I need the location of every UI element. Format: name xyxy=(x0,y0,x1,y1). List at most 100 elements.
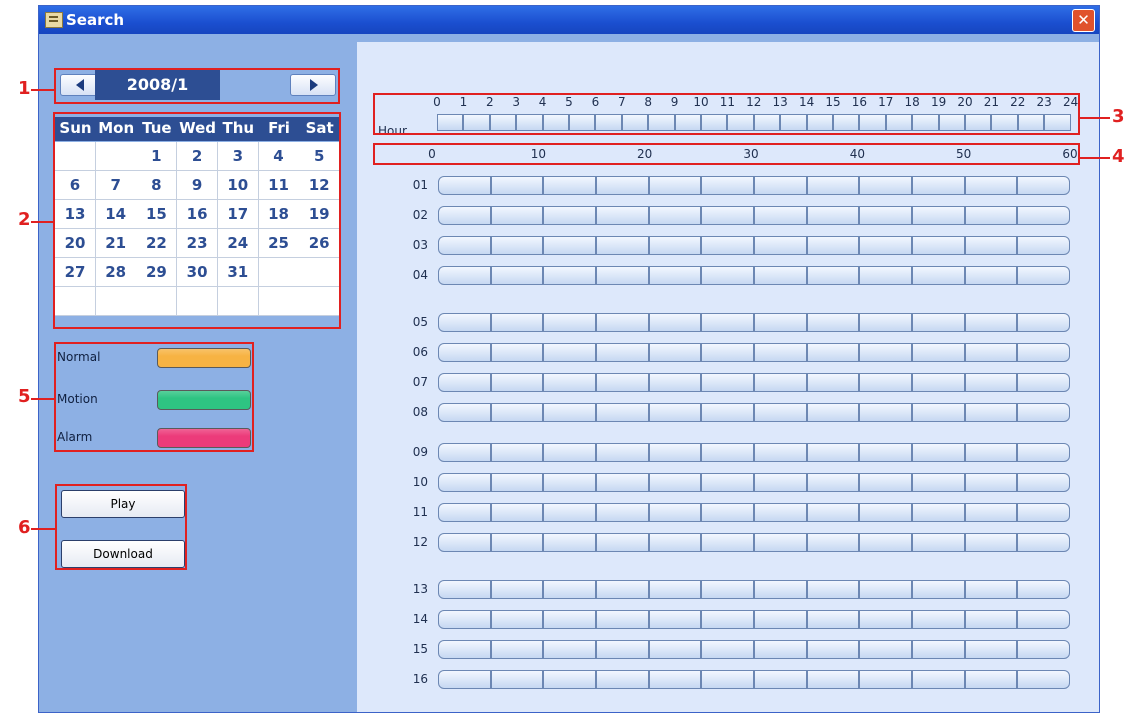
timeline-segment[interactable] xyxy=(806,403,860,422)
timeline-segment[interactable] xyxy=(596,343,649,362)
timeline-segment[interactable] xyxy=(912,206,965,225)
timeline-segment[interactable] xyxy=(754,266,807,285)
timeline-segment[interactable] xyxy=(1017,236,1070,255)
timeline-segment[interactable] xyxy=(596,610,649,629)
timeline-segment[interactable] xyxy=(648,503,702,522)
timeline-segment[interactable] xyxy=(806,610,860,629)
timeline-segment[interactable] xyxy=(964,176,1018,195)
timeline-segment[interactable] xyxy=(806,343,860,362)
timeline-segment[interactable] xyxy=(964,403,1018,422)
timeline-segment[interactable] xyxy=(964,503,1018,522)
timeline-segment[interactable] xyxy=(1017,580,1070,599)
timeline-segment[interactable] xyxy=(1017,373,1070,392)
timeline-segment[interactable] xyxy=(438,580,491,599)
timeline-segment[interactable] xyxy=(1017,313,1070,332)
timeline-segment[interactable] xyxy=(490,206,544,225)
timeline-segment[interactable] xyxy=(596,473,649,492)
timeline-segment[interactable] xyxy=(438,176,491,195)
timeline-segment[interactable] xyxy=(964,580,1018,599)
timeline-segment[interactable] xyxy=(596,266,649,285)
timeline-segment[interactable] xyxy=(438,670,491,689)
timeline-segment[interactable] xyxy=(701,266,754,285)
timeline-segment[interactable] xyxy=(701,176,754,195)
timeline-segment[interactable] xyxy=(1017,503,1070,522)
timeline-segment[interactable] xyxy=(543,176,596,195)
timeline-segment[interactable] xyxy=(1017,443,1070,462)
timeline-segment[interactable] xyxy=(438,610,491,629)
timeline-segment[interactable] xyxy=(859,266,912,285)
timeline-segment[interactable] xyxy=(596,373,649,392)
timeline-segment[interactable] xyxy=(701,373,754,392)
timeline-segment[interactable] xyxy=(648,236,702,255)
timeline-segment[interactable] xyxy=(964,343,1018,362)
timeline-segment[interactable] xyxy=(596,670,649,689)
timeline-segment[interactable] xyxy=(912,580,965,599)
timeline-segment[interactable] xyxy=(806,533,860,552)
timeline-segment[interactable] xyxy=(964,610,1018,629)
timeline-segment[interactable] xyxy=(1017,176,1070,195)
timeline-segment[interactable] xyxy=(543,313,596,332)
timeline-segment[interactable] xyxy=(543,473,596,492)
timeline-segment[interactable] xyxy=(543,236,596,255)
timeline-segment[interactable] xyxy=(1017,343,1070,362)
timeline-segment[interactable] xyxy=(964,670,1018,689)
timeline-segment[interactable] xyxy=(1017,533,1070,552)
timeline-segment[interactable] xyxy=(438,373,491,392)
timeline-segment[interactable] xyxy=(754,236,807,255)
timeline-segment[interactable] xyxy=(701,403,754,422)
timeline-segment[interactable] xyxy=(806,313,860,332)
timeline-segment[interactable] xyxy=(701,533,754,552)
timeline-segment[interactable] xyxy=(912,373,965,392)
timeline-segment[interactable] xyxy=(543,533,596,552)
timeline-segment[interactable] xyxy=(754,176,807,195)
timeline-segment[interactable] xyxy=(1017,403,1070,422)
timeline-segment[interactable] xyxy=(859,236,912,255)
timeline-segment[interactable] xyxy=(912,176,965,195)
timeline-segment[interactable] xyxy=(912,266,965,285)
timeline-segment[interactable] xyxy=(859,533,912,552)
timeline-segment[interactable] xyxy=(754,313,807,332)
timeline-segment[interactable] xyxy=(490,443,544,462)
timeline-segment[interactable] xyxy=(490,640,544,659)
timeline-segment[interactable] xyxy=(859,443,912,462)
timeline-segment[interactable] xyxy=(648,373,702,392)
timeline-segment[interactable] xyxy=(964,206,1018,225)
timeline-segment[interactable] xyxy=(964,373,1018,392)
timeline-segment[interactable] xyxy=(701,343,754,362)
timeline-segment[interactable] xyxy=(543,343,596,362)
timeline-segment[interactable] xyxy=(648,403,702,422)
timeline-segment[interactable] xyxy=(859,403,912,422)
timeline-segment[interactable] xyxy=(490,343,544,362)
timeline-segment[interactable] xyxy=(701,580,754,599)
timeline-segment[interactable] xyxy=(806,176,860,195)
timeline-segment[interactable] xyxy=(648,473,702,492)
timeline-segment[interactable] xyxy=(754,640,807,659)
timeline-segment[interactable] xyxy=(912,313,965,332)
timeline-segment[interactable] xyxy=(754,206,807,225)
timeline-segment[interactable] xyxy=(859,580,912,599)
timeline-segment[interactable] xyxy=(912,473,965,492)
timeline-segment[interactable] xyxy=(648,533,702,552)
timeline-segment[interactable] xyxy=(912,236,965,255)
timeline-segment[interactable] xyxy=(648,176,702,195)
timeline-segment[interactable] xyxy=(912,640,965,659)
timeline-segment[interactable] xyxy=(1017,610,1070,629)
timeline-segment[interactable] xyxy=(912,343,965,362)
timeline-segment[interactable] xyxy=(438,443,491,462)
timeline-segment[interactable] xyxy=(490,403,544,422)
timeline-segment[interactable] xyxy=(648,610,702,629)
timeline-segment[interactable] xyxy=(964,313,1018,332)
timeline-segment[interactable] xyxy=(1017,206,1070,225)
timeline-segment[interactable] xyxy=(438,343,491,362)
timeline-segment[interactable] xyxy=(648,580,702,599)
timeline-segment[interactable] xyxy=(806,236,860,255)
timeline-segment[interactable] xyxy=(596,503,649,522)
timeline-segment[interactable] xyxy=(701,610,754,629)
timeline-segment[interactable] xyxy=(754,473,807,492)
timeline-segment[interactable] xyxy=(964,266,1018,285)
timeline-segment[interactable] xyxy=(754,670,807,689)
timeline-segment[interactable] xyxy=(648,443,702,462)
timeline-segment[interactable] xyxy=(806,473,860,492)
timeline-segment[interactable] xyxy=(596,206,649,225)
timeline-segment[interactable] xyxy=(438,313,491,332)
